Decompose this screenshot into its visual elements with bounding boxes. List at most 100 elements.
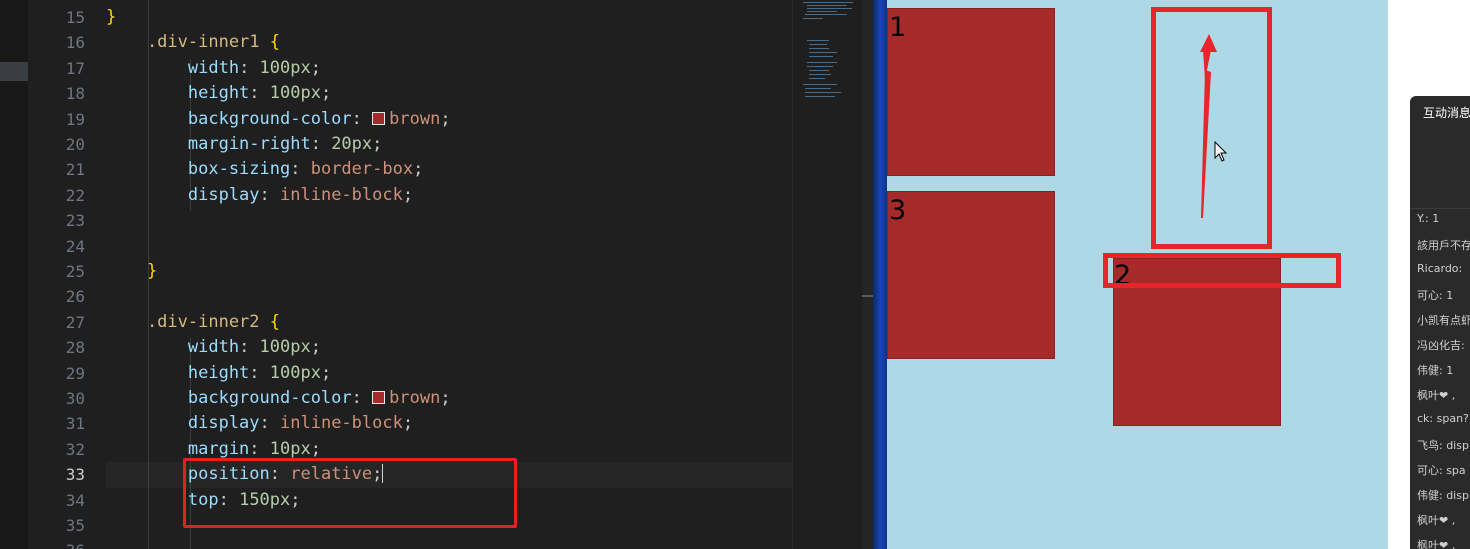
code-line: width: 100px; [106,335,321,360]
code-token: height [106,362,250,383]
code-token: ; [440,388,451,408]
code-token: border-box [310,159,414,180]
color-swatch[interactable] [372,391,386,404]
chat-message: 可心: spa [1417,464,1466,477]
editor-scrollbar[interactable] [862,0,873,549]
minimap-line [807,8,852,9]
code-token: ; [310,57,321,78]
chat-message: 該用戶不存 [1417,239,1470,252]
activity-bar-indicator [0,62,28,81]
code-line: margin-right: 20px; [106,132,383,157]
activity-bar [0,0,28,549]
code-token: height [106,83,250,104]
code-token: inline-block [280,184,403,205]
code-token: ; [320,83,332,104]
chat-message: 枫叶❤ , [1417,514,1456,527]
line-number: 29 [65,363,85,383]
line-number: 24 [65,236,85,256]
line-number: 25 [65,262,85,281]
code-token: ; [310,337,321,358]
minimap-line [803,84,837,85]
minimap-line [809,70,829,71]
line-number: 33 [65,465,85,485]
box-label: 3 [889,195,907,226]
code-token: display [106,184,260,205]
div-inner1-box [887,8,1055,176]
code-token: ; [320,362,332,383]
code-line: box-sizing: border-box; [106,157,423,182]
code-token: : [249,438,270,459]
chat-message: 冯凶化吉: [1417,339,1465,352]
highlight-annotation-box [183,458,517,528]
code-token: 100px [259,57,311,78]
code-token: display [106,413,260,434]
code-token: : [249,362,270,383]
chat-message: 枫叶❤ , [1417,539,1456,549]
minimap-line [805,92,841,93]
code-line: background-color: brown; [106,107,451,132]
line-number-gutter: 15 16 17 18 19 20 21 22 23 24 25 26 27 28 29 30 31 32 33 34… [28,0,106,549]
chat-message: 伟健: disp [1417,489,1469,502]
code-token: : [239,337,260,358]
code-line: .div-inner2 { [106,310,280,335]
minimap-line [809,44,827,45]
code-token: ; [413,159,424,180]
browser-viewport: 1 3 2 [887,0,1388,549]
line-number: 21 [65,160,85,180]
minimap-line [809,48,829,49]
offset-annotation [1103,253,1341,288]
color-swatch[interactable] [372,111,386,125]
minimap-line [807,66,833,67]
line-number: 18 [65,84,85,104]
minimap-line [803,2,853,3]
minimap-line [809,52,837,53]
code-token: : [259,413,281,434]
minimap-line [809,56,833,57]
chat-message: ck: span? [1417,412,1469,425]
code-token: ; [310,438,321,459]
code-token: 100px [259,337,311,358]
chat-message: 飞鸟: disp [1417,439,1469,452]
line-number: 34 [65,490,85,510]
code-token: : [351,108,373,129]
line-number: 32 [65,439,85,459]
minimap-line [803,18,823,19]
code-token: : [259,184,281,205]
line-number: 15 [65,8,85,27]
chat-message: 枫叶❤ , [1417,389,1456,402]
code-line: } [106,259,157,284]
code-line: width: 100px; [106,56,321,81]
minimap-line [807,40,829,41]
chat-message: Ricardo: [1417,262,1463,275]
code-token: margin-right [106,134,311,154]
minimap[interactable] [792,0,863,549]
code-token: } [106,7,117,27]
code-line: background-color: brown; [106,386,451,411]
code-token: 10px [269,438,311,459]
code-token: 100px [269,362,321,383]
minimap-line [807,11,837,12]
chat-message: 小凯有点虾 [1417,314,1470,327]
interactive-messages-panel[interactable]: 互动消息 Y.: 1 該用戶不存 Ricardo: 可心: 1 小凯有点虾 冯凶化吉: 伟… [1410,96,1470,549]
code-token: : [239,57,260,78]
scrollbar-marker [862,295,873,297]
minimap-line [809,74,831,75]
minimap-line [805,96,835,97]
line-number: 20 [65,135,85,154]
code-token: : [249,83,270,104]
minimap-line [805,14,847,15]
line-number: 16 [65,33,85,53]
code-token: width [106,57,240,78]
code-token: ; [402,413,414,434]
code-line: height: 100px; [106,361,331,386]
mouse-pointer-icon [1214,141,1228,162]
line-number: 22 [65,185,85,205]
code-token: .div-inner2 [106,311,270,332]
minimap-line [807,5,847,6]
code-token: 100px [269,83,321,104]
minimap-line [809,78,825,79]
line-number: 31 [65,414,85,434]
arrow-up-icon [1200,34,1217,218]
code-line: height: 100px; [106,81,331,106]
code-editor[interactable]: 15 16 17 18 19 20 21 22 23 24 25 26 27 28 29 30 31 32 33 34… [0,0,873,549]
